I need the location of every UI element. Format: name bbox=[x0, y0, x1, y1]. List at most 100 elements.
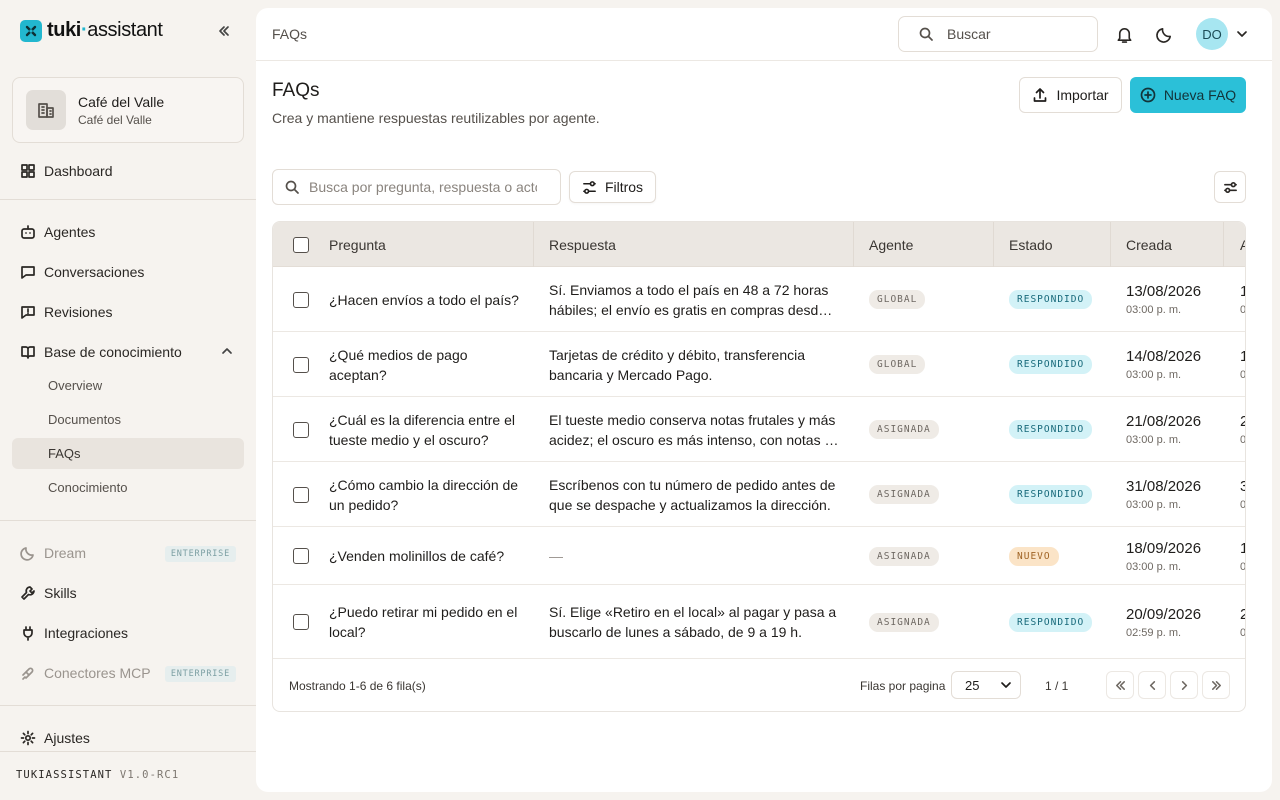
breadcrumb[interactable]: FAQs bbox=[272, 26, 307, 42]
column-separator[interactable] bbox=[533, 222, 534, 267]
table-search-input[interactable] bbox=[309, 179, 537, 195]
table-row[interactable]: ¿Cuál es la diferencia entre el tueste m… bbox=[273, 397, 1245, 462]
cell-estado: RESPONDIDO bbox=[1009, 462, 1093, 527]
created-date: 31/08/2026 bbox=[1126, 478, 1202, 495]
book-icon bbox=[21, 346, 35, 359]
sidebar-item-label: Dashboard bbox=[44, 163, 113, 179]
column-separator[interactable] bbox=[1223, 222, 1224, 267]
first-page-button[interactable] bbox=[1106, 671, 1134, 699]
chevron-up-icon[interactable] bbox=[220, 344, 234, 358]
cell-estado: RESPONDIDO bbox=[1009, 397, 1093, 462]
sidebar-subitem-faqs[interactable]: FAQs bbox=[12, 438, 244, 469]
table-row[interactable]: ¿Puedo retirar mi pedido en el local? Sí.… bbox=[273, 585, 1245, 659]
cell-agente: ASIGNADA bbox=[869, 462, 939, 527]
collapse-sidebar-icon[interactable] bbox=[214, 21, 234, 41]
agent-badge: GLOBAL bbox=[869, 290, 926, 309]
moon-icon[interactable] bbox=[1152, 22, 1176, 46]
column-header-actualizada[interactable]: A bbox=[1240, 222, 1245, 267]
sidebar-item-skills[interactable]: Skills bbox=[12, 577, 244, 609]
search-icon bbox=[285, 180, 299, 194]
sidebar-item-integraciones[interactable]: Integraciones bbox=[12, 617, 244, 649]
column-separator[interactable] bbox=[993, 222, 994, 267]
created-date: 20/09/2026 bbox=[1126, 605, 1202, 623]
new-faq-label: Nueva FAQ bbox=[1163, 87, 1237, 103]
logo[interactable]: tuki·assistant bbox=[20, 19, 163, 42]
sidebar-item-label: Dream bbox=[44, 545, 87, 561]
updated-date-partial: 2 bbox=[1240, 606, 1245, 623]
column-header-pregunta[interactable]: Pregunta bbox=[329, 222, 386, 267]
question-text: ¿Puedo retirar mi pedido en el local? bbox=[329, 604, 518, 640]
sidebar-item-conversaciones[interactable]: Conversaciones bbox=[12, 256, 244, 288]
table-search[interactable] bbox=[272, 169, 561, 205]
dashboard-icon bbox=[21, 164, 35, 178]
columns-settings-button[interactable] bbox=[1214, 171, 1246, 203]
sidebar-item-label: Conectores MCP bbox=[44, 665, 151, 681]
bell-icon[interactable] bbox=[1112, 22, 1136, 46]
avatar[interactable]: DO bbox=[1196, 18, 1228, 50]
answer-text: Sí. Elige «Retiro en el local» al pagar … bbox=[549, 604, 837, 640]
updated-date-partial: 2 bbox=[1240, 413, 1245, 430]
column-header-respuesta[interactable]: Respuesta bbox=[549, 222, 616, 267]
sidebar-item-revisiones[interactable]: Revisiones bbox=[12, 296, 244, 328]
import-button[interactable]: Importar bbox=[1019, 77, 1122, 113]
plus-circle-icon bbox=[1140, 87, 1156, 103]
last-page-button[interactable] bbox=[1202, 671, 1230, 699]
column-separator[interactable] bbox=[1110, 222, 1111, 267]
sidebar-item-label: Skills bbox=[44, 585, 77, 601]
column-header-creada[interactable]: Creada bbox=[1126, 222, 1172, 267]
created-date: 13/08/2026 bbox=[1126, 283, 1202, 300]
cell-pregunta: ¿Venden molinillos de café? bbox=[329, 527, 519, 585]
row-checkbox[interactable] bbox=[293, 332, 309, 397]
row-checkbox[interactable] bbox=[293, 527, 309, 585]
sidebar-item-base-conocimiento[interactable]: Base de conocimiento bbox=[12, 336, 244, 368]
sidebar-subitem-documentos[interactable]: Documentos bbox=[12, 404, 244, 435]
column-header-estado[interactable]: Estado bbox=[1009, 222, 1053, 267]
select-all-checkbox[interactable] bbox=[293, 222, 309, 267]
cell-agente: ASIGNADA bbox=[869, 397, 939, 462]
sidebar-item-agentes[interactable]: Agentes bbox=[12, 216, 244, 248]
plug-icon bbox=[23, 626, 33, 641]
org-switcher[interactable]: Café del Valle Café del Valle bbox=[12, 77, 244, 143]
cell-estado: NUEVO bbox=[1009, 527, 1059, 585]
column-separator[interactable] bbox=[853, 222, 854, 267]
page-title: FAQs bbox=[272, 80, 320, 101]
sidebar-item-label: Ajustes bbox=[44, 730, 90, 746]
row-checkbox[interactable] bbox=[293, 397, 309, 462]
table-row[interactable]: ¿Venden molinillos de café? — ASIGNADA NUEV… bbox=[273, 527, 1245, 585]
chevron-down-icon[interactable] bbox=[1234, 26, 1250, 42]
updated-time-partial: 0 bbox=[1240, 369, 1246, 381]
sidebar-subitem-conocimiento[interactable]: Conocimiento bbox=[12, 472, 244, 503]
divider bbox=[0, 751, 256, 752]
cell-estado: RESPONDIDO bbox=[1009, 585, 1093, 659]
search-icon bbox=[919, 27, 933, 41]
sidebar-item-label: Integraciones bbox=[44, 625, 129, 641]
agent-badge: ASIGNADA bbox=[869, 612, 939, 632]
cell-estado: RESPONDIDO bbox=[1009, 332, 1093, 397]
table-row[interactable]: ¿Hacen envíos a todo el país? Sí. Enviamo… bbox=[273, 267, 1246, 332]
global-search-input[interactable]: Buscar bbox=[898, 16, 1098, 52]
new-faq-button[interactable]: Nueva FAQ bbox=[1130, 77, 1246, 113]
created-date: 14/08/2026 bbox=[1126, 348, 1202, 365]
sidebar-item-ajustes[interactable]: Ajustes bbox=[12, 722, 244, 754]
sidebar-subitem-overview[interactable]: Overview bbox=[12, 370, 244, 401]
filters-button[interactable]: Filtros bbox=[569, 171, 656, 203]
table-row[interactable]: ¿Cómo cambio la dirección de un pedido? E… bbox=[273, 462, 1245, 527]
next-page-button[interactable] bbox=[1170, 671, 1198, 699]
sidebar-item-dashboard[interactable]: Dashboard bbox=[12, 155, 244, 187]
row-checkbox[interactable] bbox=[293, 462, 309, 527]
created-time: 03:00 p. m. bbox=[1126, 434, 1182, 446]
updated-time-partial: 0 bbox=[1240, 304, 1246, 316]
divider bbox=[0, 705, 256, 706]
prev-page-button[interactable] bbox=[1138, 671, 1166, 699]
rows-per-page-select[interactable]: 25 bbox=[951, 671, 1021, 699]
table-row[interactable]: ¿Qué medios de pago aceptan? Tarjetas de … bbox=[273, 332, 1246, 397]
cell-actualizada: 10 bbox=[1240, 332, 1246, 397]
answer-text: Sí. Enviamos a todo el país en 48 a 72 h… bbox=[549, 281, 829, 318]
created-date: 21/08/2026 bbox=[1126, 413, 1202, 430]
answer-text: Escríbenos con tu número de pedido antes… bbox=[549, 476, 836, 513]
column-header-agente[interactable]: Agente bbox=[869, 222, 913, 267]
row-checkbox[interactable] bbox=[293, 585, 309, 659]
sidebar-item-label: Revisiones bbox=[44, 304, 113, 320]
page-subtitle: Crea y mantiene respuestas reutilizables… bbox=[272, 110, 600, 126]
row-checkbox[interactable] bbox=[293, 267, 309, 332]
